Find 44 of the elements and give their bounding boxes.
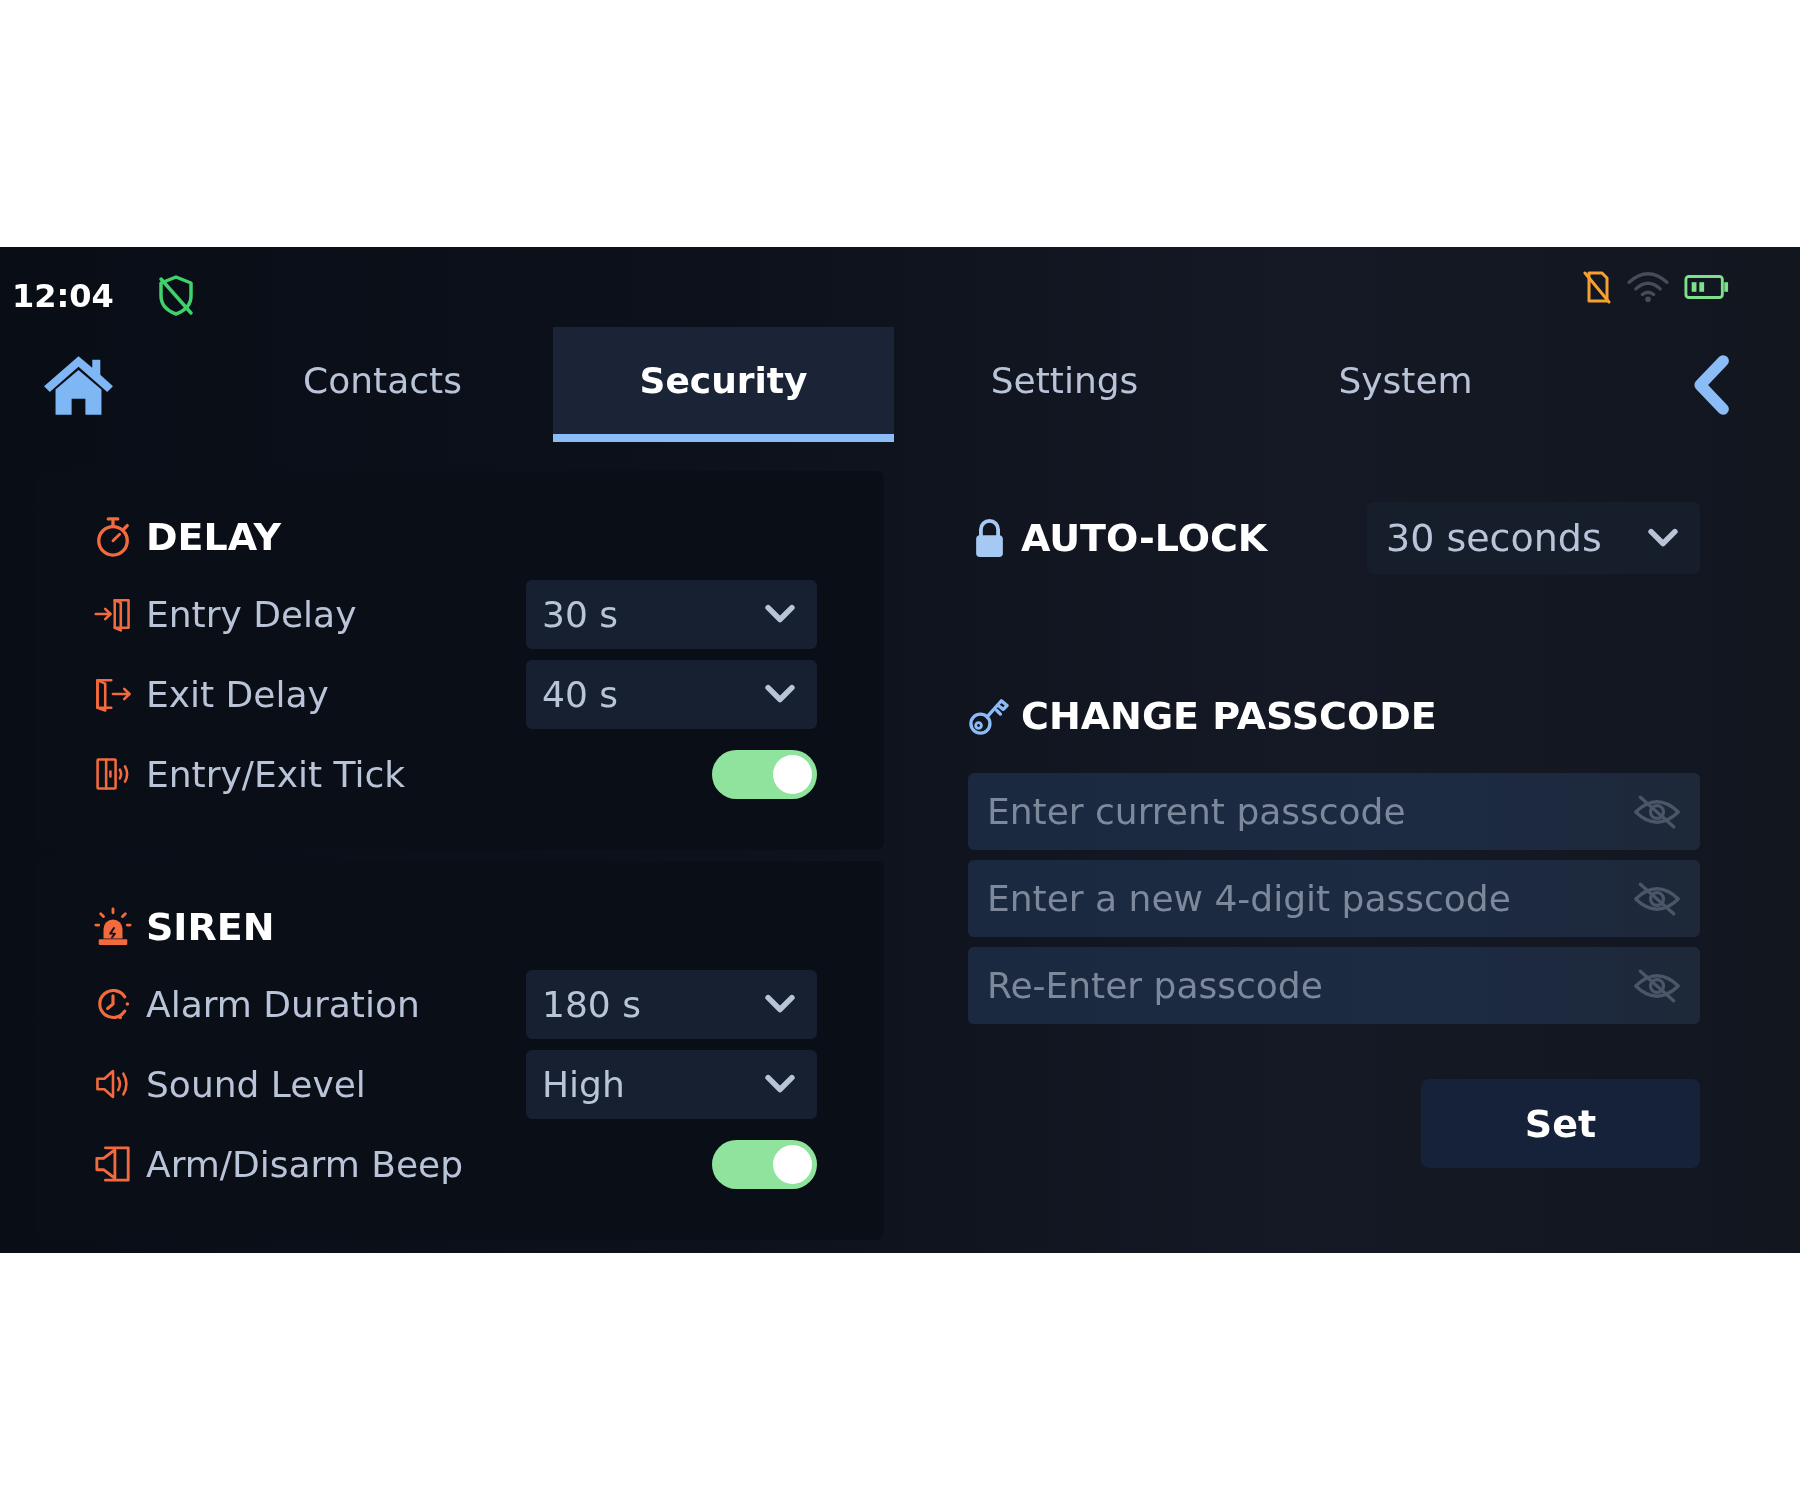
chevron-down-icon (763, 603, 797, 625)
section-title: CHANGE PASSCODE (1021, 694, 1437, 738)
door-sound-waves-icon (95, 756, 131, 792)
section-title: SIREN (146, 905, 275, 949)
setting-label: Entry/Exit Tick (146, 753, 406, 795)
speaker-square-icon (94, 1144, 132, 1184)
setting-label: Arm/Disarm Beep (146, 1143, 464, 1185)
tab[interactable]: Contacts (212, 327, 553, 442)
lock-icon (973, 517, 1006, 559)
arrow-into-door-icon (94, 596, 132, 632)
wifi-icon (1626, 271, 1670, 303)
dropdown[interactable]: 30 seconds (1367, 502, 1700, 574)
key-icon (968, 696, 1010, 736)
dropdown[interactable]: 30 s (526, 579, 817, 649)
stopwatch-icon (94, 516, 132, 558)
toggle-switch[interactable] (712, 1139, 817, 1189)
chevron-down-icon (763, 993, 797, 1015)
chevron-down-icon (763, 1073, 797, 1095)
section-title: DELAY (146, 515, 281, 559)
clock-icon (95, 986, 131, 1022)
dropdown[interactable]: 180 s (526, 969, 817, 1039)
passcode-field[interactable]: Re-Enter passcode (968, 947, 1700, 1024)
dropdown[interactable]: 40 s (526, 659, 817, 729)
chevron-down-icon (1646, 527, 1680, 549)
sim-card-slash-icon (1582, 270, 1612, 304)
clock-time: 12:04 (12, 277, 114, 315)
passcode-field[interactable]: Enter current passcode (968, 773, 1700, 850)
set-button[interactable]: Set (1421, 1079, 1700, 1168)
tab[interactable]: System (1235, 327, 1576, 442)
home-icon[interactable] (41, 353, 116, 416)
passcode-field[interactable]: Enter a new 4-digit passcode (968, 860, 1700, 937)
dropdown[interactable]: High (526, 1049, 817, 1119)
setting-label: Exit Delay (146, 673, 329, 715)
battery-icon (1684, 274, 1730, 300)
siren-icon (94, 907, 132, 947)
chevron-down-icon (763, 683, 797, 705)
setting-label: Entry Delay (146, 593, 357, 635)
tab[interactable]: Settings (894, 327, 1235, 442)
toggle-switch[interactable] (712, 749, 817, 799)
tab[interactable]: Security (553, 327, 894, 442)
setting-label: Alarm Duration (146, 983, 420, 1025)
door-arrow-out-icon (94, 676, 132, 712)
setting-label: Sound Level (146, 1063, 366, 1105)
section-title: AUTO-LOCK (1021, 516, 1268, 560)
